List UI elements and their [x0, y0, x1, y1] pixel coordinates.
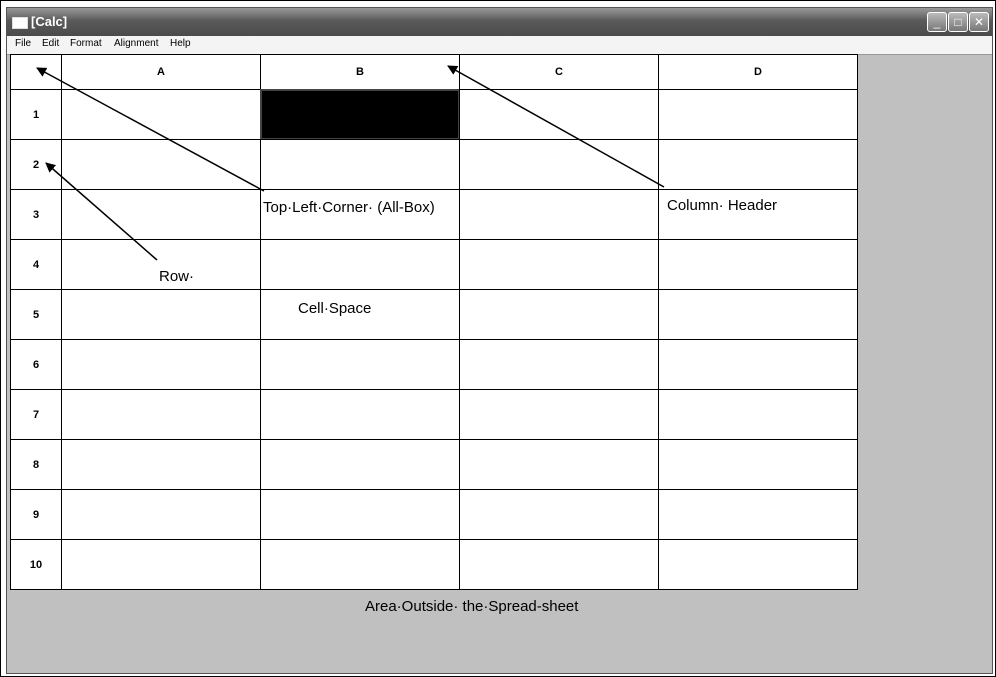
calc-window: [Calc] _ □ ✕ File Edit Format Alignment …	[6, 7, 993, 674]
screenshot-frame: [Calc] _ □ ✕ File Edit Format Alignment …	[0, 0, 996, 677]
annotation-arrows	[36, 65, 665, 261]
arrow-row	[45, 162, 158, 261]
arrow-column-header	[447, 65, 665, 188]
arrow-top-left	[36, 67, 265, 192]
